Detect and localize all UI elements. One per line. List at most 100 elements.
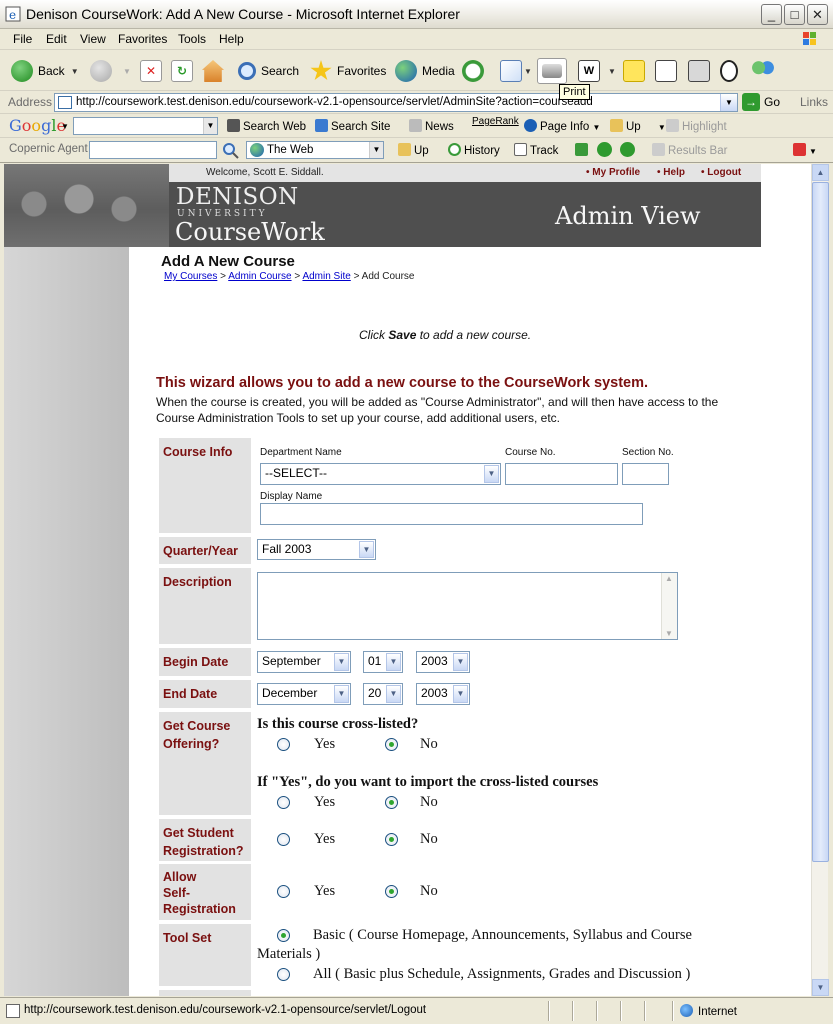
self-registration-no-radio[interactable] bbox=[385, 885, 398, 898]
scroll-up-arrow-icon[interactable]: ▲ bbox=[812, 164, 829, 181]
begin-month-select[interactable]: September ▼ bbox=[257, 651, 351, 673]
print-button[interactable] bbox=[537, 58, 567, 84]
menu-view[interactable]: View bbox=[80, 32, 106, 46]
scrollbar-thumb[interactable] bbox=[812, 182, 829, 862]
up-button[interactable]: Up ▼ bbox=[610, 119, 666, 133]
tool-set-basic-label: Basic ( Course Homepage, Announcements, … bbox=[313, 927, 692, 943]
address-input[interactable]: http://coursework.test.denison.edu/cours… bbox=[54, 93, 738, 112]
next-button[interactable] bbox=[620, 142, 638, 158]
highlight-button[interactable]: Highlight bbox=[666, 119, 727, 133]
section-no-input[interactable] bbox=[622, 463, 669, 485]
cross-listed-no-radio[interactable] bbox=[385, 738, 398, 751]
news-button[interactable]: News bbox=[409, 119, 454, 133]
breadcrumb-my-courses[interactable]: My Courses bbox=[164, 271, 217, 282]
chevron-down-icon[interactable]: ▼ bbox=[61, 122, 69, 131]
logout-link[interactable]: • Logout bbox=[701, 167, 741, 178]
menu-file[interactable]: File bbox=[13, 32, 32, 46]
welcome-text: Welcome, Scott E. Siddall. bbox=[206, 167, 324, 178]
copernic-menu-button[interactable]: ▼ bbox=[793, 143, 817, 157]
search-web-button[interactable]: Search Web bbox=[227, 119, 306, 133]
import-yes-radio[interactable] bbox=[277, 796, 290, 809]
research-button[interactable] bbox=[655, 58, 677, 84]
my-profile-link[interactable]: • My Profile bbox=[586, 167, 640, 178]
copernic-up-button[interactable]: Up bbox=[398, 143, 429, 157]
chevron-down-icon[interactable]: ▼ bbox=[71, 67, 79, 76]
chevron-down-icon[interactable]: ▼ bbox=[720, 94, 737, 111]
edit-word-button[interactable]: W ▼ bbox=[578, 58, 616, 84]
scroll-down-arrow-icon[interactable]: ▼ bbox=[812, 979, 829, 996]
menu-favorites[interactable]: Favorites bbox=[118, 32, 167, 46]
tools-button[interactable] bbox=[688, 58, 710, 84]
search-site-button[interactable]: Search Site bbox=[315, 119, 390, 133]
home-button[interactable] bbox=[202, 58, 224, 84]
close-button[interactable]: ✕ bbox=[807, 4, 828, 25]
messenger-button[interactable] bbox=[752, 58, 774, 84]
note-button[interactable] bbox=[623, 58, 645, 84]
chevron-down-icon[interactable]: ▼ bbox=[203, 118, 217, 134]
results-bar-button[interactable]: Results Bar bbox=[652, 143, 727, 157]
messenger-icon bbox=[752, 60, 774, 82]
end-month-select[interactable]: December ▼ bbox=[257, 683, 351, 705]
page-info-button[interactable]: Page Info ▼ bbox=[524, 119, 600, 133]
chevron-down-icon[interactable]: ▼ bbox=[608, 67, 616, 76]
google-logo[interactable]: Google bbox=[9, 116, 66, 135]
favorites-button[interactable]: Favorites bbox=[310, 58, 386, 84]
page-info-label: Page Info bbox=[540, 121, 590, 133]
quarter-year-select[interactable]: Fall 2003 ▼ bbox=[257, 539, 376, 560]
textarea-scrollbar[interactable]: ▲ ▼ bbox=[661, 573, 677, 639]
self-registration-yes-radio[interactable] bbox=[277, 885, 290, 898]
history-toolbar-button[interactable]: History bbox=[448, 143, 500, 157]
begin-day-select[interactable]: 01 ▼ bbox=[363, 651, 403, 673]
tool-set-basic-radio[interactable] bbox=[277, 929, 290, 942]
menu-edit[interactable]: Edit bbox=[46, 32, 67, 46]
menu-help[interactable]: Help bbox=[219, 32, 244, 46]
stop-button[interactable]: ✕ bbox=[140, 58, 162, 84]
department-select[interactable]: --SELECT-- ▼ bbox=[260, 463, 501, 485]
cross-listed-yes-radio[interactable] bbox=[277, 738, 290, 751]
minimize-button[interactable]: _ bbox=[761, 4, 782, 25]
search-button[interactable]: Search bbox=[238, 58, 299, 84]
end-day-select[interactable]: 20 ▼ bbox=[363, 683, 403, 705]
windows-logo-icon bbox=[803, 32, 816, 45]
chevron-down-icon[interactable]: ▼ bbox=[524, 67, 532, 76]
student-registration-no-radio[interactable] bbox=[385, 833, 398, 846]
forward-button[interactable]: ▼ bbox=[90, 58, 131, 84]
copernic-search-input[interactable] bbox=[89, 141, 217, 159]
display-name-input[interactable] bbox=[260, 503, 643, 525]
breadcrumb-separator: > bbox=[353, 271, 360, 282]
import-no-radio[interactable] bbox=[385, 796, 398, 809]
pagerank-indicator[interactable]: PageRank bbox=[472, 116, 519, 127]
breadcrumb-admin-site[interactable]: Admin Site bbox=[302, 271, 350, 282]
previous-button[interactable] bbox=[597, 142, 615, 158]
refresh-button[interactable]: ↻ bbox=[171, 58, 193, 84]
search-icon[interactable] bbox=[222, 142, 240, 159]
go-button[interactable]: → Go bbox=[742, 93, 780, 111]
aim-button[interactable] bbox=[720, 58, 738, 84]
course-no-input[interactable] bbox=[505, 463, 618, 485]
media-button[interactable]: Media bbox=[395, 58, 455, 84]
chevron-down-icon[interactable]: ▼ bbox=[123, 67, 131, 76]
status-divider bbox=[644, 1001, 646, 1021]
student-registration-yes-radio[interactable] bbox=[277, 833, 290, 846]
menu-tools[interactable]: Tools bbox=[178, 32, 206, 46]
home-icon bbox=[202, 60, 224, 82]
history-button[interactable] bbox=[462, 58, 489, 84]
track-button[interactable]: Track bbox=[514, 143, 558, 157]
help-link[interactable]: • Help bbox=[657, 167, 685, 178]
tool-set-all-radio[interactable] bbox=[277, 968, 290, 981]
mail-button[interactable]: ▼ bbox=[500, 58, 532, 84]
back-button[interactable]: Back ▼ bbox=[11, 58, 79, 84]
quarter-year-label: Quarter/Year bbox=[159, 537, 251, 564]
google-search-input[interactable]: ▼ bbox=[73, 117, 218, 135]
breadcrumb-admin-course[interactable]: Admin Course bbox=[228, 271, 291, 282]
end-year-select[interactable]: 2003 ▼ bbox=[416, 683, 470, 705]
links-button[interactable]: Links bbox=[800, 95, 828, 109]
description-textarea[interactable]: ▲ ▼ bbox=[257, 572, 678, 640]
chevron-down-icon[interactable]: ▼ bbox=[369, 142, 383, 158]
copernic-scope-select[interactable]: The Web ▼ bbox=[246, 141, 384, 159]
page-scrollbar[interactable]: ▲ ▼ bbox=[811, 164, 829, 996]
begin-year-select[interactable]: 2003 ▼ bbox=[416, 651, 470, 673]
pen-button[interactable] bbox=[575, 143, 591, 157]
maximize-button[interactable]: □ bbox=[784, 4, 805, 25]
status-bar: http://coursework.test.denison.edu/cours… bbox=[0, 997, 833, 1024]
